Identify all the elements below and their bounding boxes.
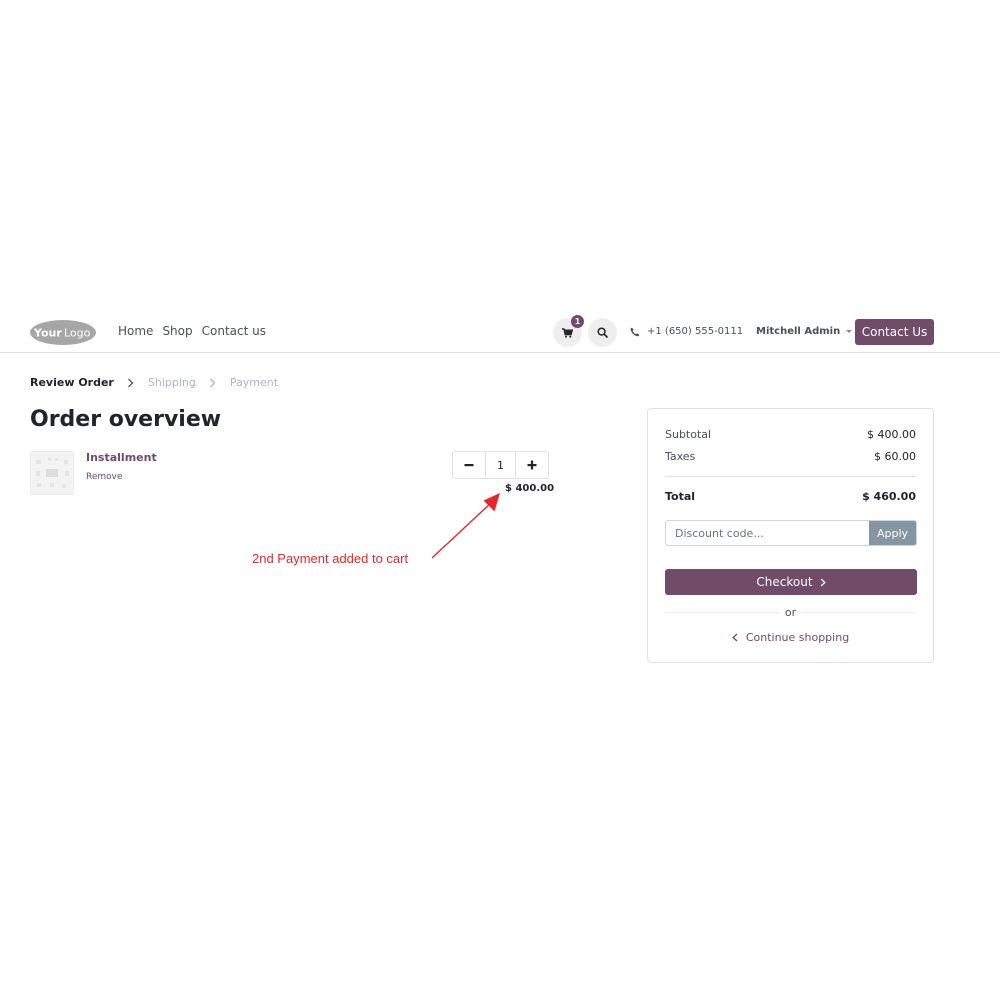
discount-code-input[interactable] bbox=[666, 521, 869, 545]
total-row: Total $ 460.00 bbox=[665, 490, 916, 503]
phone-number: +1 (650) 555-0111 bbox=[647, 326, 744, 337]
continue-shopping-link[interactable]: Continue shopping bbox=[648, 631, 933, 644]
quantity-input[interactable]: 1 bbox=[485, 452, 516, 478]
plus-icon bbox=[527, 460, 537, 470]
annotation-text: 2nd Payment added to cart bbox=[252, 551, 409, 566]
chevron-left-icon bbox=[732, 633, 738, 642]
nav-shop[interactable]: Shop bbox=[162, 324, 192, 338]
chevron-right-icon bbox=[125, 378, 137, 388]
or-label-wrap: or bbox=[648, 606, 933, 619]
page-title: Order overview bbox=[30, 407, 222, 432]
user-name: Mitchell Admin bbox=[756, 326, 841, 337]
remove-link[interactable]: Remove bbox=[86, 472, 123, 482]
subtotal-row: Subtotal $ 400.00 bbox=[665, 428, 916, 441]
phone-link[interactable]: +1 (650) 555-0111 bbox=[630, 326, 743, 337]
checkout-label: Checkout bbox=[756, 575, 813, 589]
phone-icon bbox=[630, 327, 640, 336]
continue-shopping-label: Continue shopping bbox=[745, 631, 850, 644]
subtotal-amount: $ 400.00 bbox=[867, 428, 916, 441]
taxes-label: Taxes bbox=[665, 450, 696, 463]
subtotal-label: Subtotal bbox=[665, 428, 712, 441]
taxes-amount: $ 60.00 bbox=[874, 450, 916, 463]
chevron-right-icon bbox=[820, 578, 826, 586]
discount-form: Apply bbox=[665, 520, 917, 546]
svg-text:Your: Your bbox=[33, 327, 62, 340]
svg-text:Logo: Logo bbox=[64, 327, 91, 340]
step-review-order: Review Order bbox=[30, 376, 114, 389]
apply-discount-button[interactable]: Apply bbox=[869, 521, 916, 545]
total-label: Total bbox=[665, 490, 696, 503]
caret-down-icon bbox=[846, 330, 853, 333]
or-label: or bbox=[778, 606, 803, 619]
step-payment: Payment bbox=[229, 376, 279, 389]
product-name-link[interactable]: Installment bbox=[86, 451, 157, 464]
nav-contact-us[interactable]: Contact us bbox=[202, 324, 266, 338]
annotation-arrow bbox=[431, 493, 500, 559]
chevron-right-icon bbox=[207, 378, 219, 388]
total-amount: $ 460.00 bbox=[862, 490, 916, 503]
order-summary-card: Subtotal $ 400.00 Taxes $ 60.00 Total $ … bbox=[647, 408, 934, 663]
checkout-steps: Review Order Shipping Payment bbox=[30, 376, 278, 389]
main-nav: Home Shop Contact us bbox=[118, 324, 266, 338]
logo-image: Your Logo bbox=[30, 320, 96, 345]
product-thumbnail[interactable] bbox=[30, 451, 74, 495]
contact-us-button[interactable]: Contact Us bbox=[855, 319, 934, 345]
decrease-quantity-button[interactable] bbox=[453, 452, 485, 478]
search-icon bbox=[597, 327, 608, 338]
increase-quantity-button[interactable] bbox=[516, 452, 548, 478]
user-menu[interactable]: Mitchell Admin bbox=[756, 326, 853, 337]
checkout-button[interactable]: Checkout bbox=[665, 569, 917, 595]
product-image bbox=[36, 458, 69, 488]
site-logo[interactable]: Your Logo bbox=[29, 319, 97, 346]
cart-icon bbox=[562, 327, 573, 338]
step-shipping: Shipping bbox=[147, 376, 196, 389]
cart-count-badge: 1 bbox=[571, 315, 584, 328]
quantity-stepper: 1 bbox=[452, 451, 549, 479]
line-price: $ 400.00 bbox=[505, 483, 555, 494]
summary-divider bbox=[665, 476, 916, 477]
taxes-row: Taxes $ 60.00 bbox=[665, 450, 916, 463]
search-button[interactable] bbox=[588, 318, 617, 347]
minus-icon bbox=[464, 464, 474, 467]
nav-home[interactable]: Home bbox=[118, 324, 153, 338]
